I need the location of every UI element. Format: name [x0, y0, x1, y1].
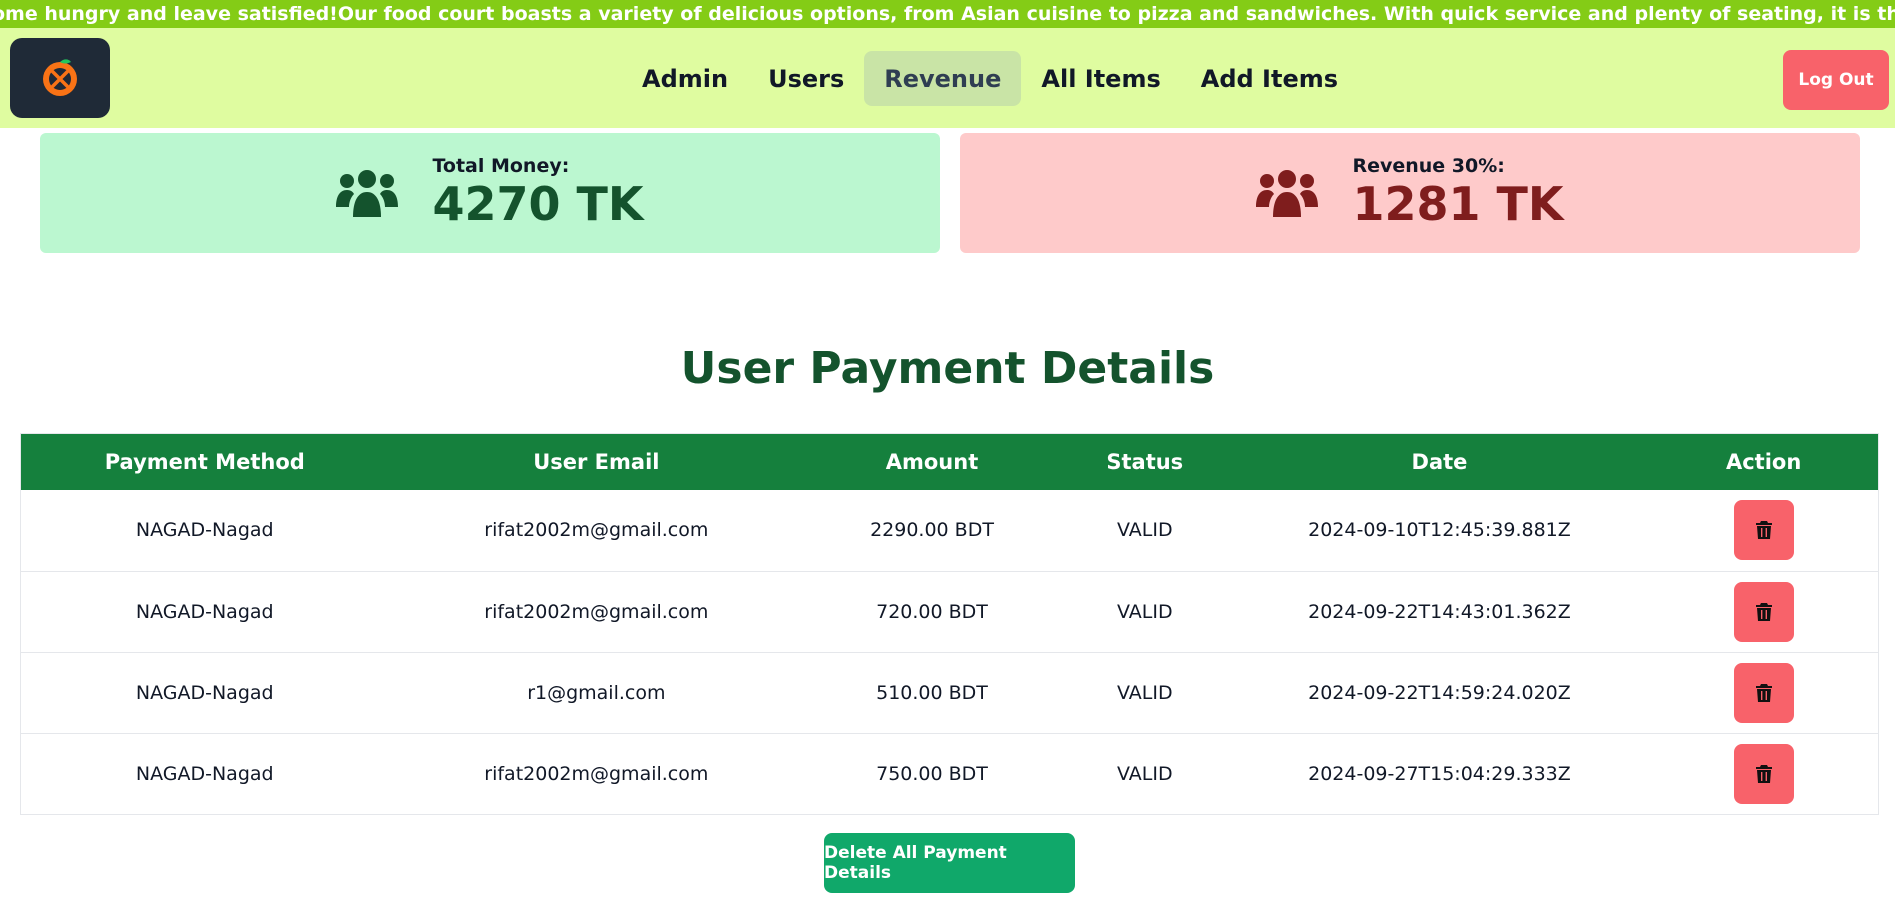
food-logo-icon [43, 59, 77, 96]
revenue-label: Revenue 30%: [1352, 155, 1505, 177]
revenue-card: Revenue 30%: 1281 TK [960, 133, 1860, 253]
total-money-card: Total Money: 4270 TK [40, 133, 940, 253]
cell-amount: 510.00 BDT [876, 681, 988, 704]
cell-method: NAGAD-Nagad [135, 681, 274, 704]
nav-links: Admin Users Revenue All Items Add Items [622, 51, 1358, 106]
table-row: NAGAD-Nagad r1@gmail.com 510.00 BDT VALI… [21, 652, 1878, 733]
header-user-email[interactable]: User Email [389, 434, 805, 490]
delete-row-button[interactable] [1733, 662, 1794, 723]
total-money-value: 4270 TK [432, 177, 644, 231]
table-row: NAGAD-Nagad rifat2002m@gmail.com 750.00 … [21, 733, 1878, 814]
header-action: Action [1725, 450, 1802, 474]
nav-add-items[interactable]: Add Items [1181, 51, 1358, 106]
users-group-icon [336, 170, 399, 217]
nav-all-items[interactable]: All Items [1021, 51, 1180, 106]
announcement-marquee: ome hungry and leave satisfied!Our food … [0, 0, 1895, 28]
cell-status: VALID [1116, 519, 1173, 542]
cell-status: VALID [1116, 681, 1173, 704]
table-row: NAGAD-Nagad rifat2002m@gmail.com 720.00 … [21, 571, 1878, 652]
cell-date: 2024-09-27T15:04:29.333Z [1308, 762, 1571, 785]
header-date[interactable]: Date [1230, 434, 1650, 490]
site-logo[interactable] [10, 38, 110, 118]
cell-amount: 750.00 BDT [876, 762, 988, 785]
cell-method: NAGAD-Nagad [135, 519, 274, 542]
delete-all-payments-button[interactable]: Delete All Payment Details [824, 833, 1075, 893]
table-row: NAGAD-Nagad rifat2002m@gmail.com 2290.00… [21, 490, 1878, 571]
header-status[interactable]: Status [1060, 434, 1230, 490]
users-group-icon [1256, 170, 1319, 217]
trash-icon [1755, 683, 1772, 702]
cell-email: r1@gmail.com [527, 681, 666, 704]
navbar: Admin Users Revenue All Items Add Items … [0, 28, 1895, 128]
cell-method: NAGAD-Nagad [135, 762, 274, 785]
marquee-text: ome hungry and leave satisfied!Our food … [0, 3, 1895, 25]
delete-row-button[interactable] [1733, 500, 1794, 561]
nav-admin[interactable]: Admin [622, 51, 748, 106]
trash-icon [1755, 764, 1772, 783]
header-amount[interactable]: Amount [804, 434, 1060, 490]
trash-icon [1755, 521, 1772, 540]
cell-method: NAGAD-Nagad [135, 600, 274, 623]
cell-email: rifat2002m@gmail.com [484, 519, 709, 542]
cell-email: rifat2002m@gmail.com [484, 600, 709, 623]
cell-amount: 2290.00 BDT [870, 519, 994, 542]
total-money-label: Total Money: [432, 155, 570, 177]
cell-date: 2024-09-22T14:43:01.362Z [1308, 600, 1571, 623]
cell-status: VALID [1116, 600, 1173, 623]
delete-row-button[interactable] [1733, 743, 1794, 804]
cell-date: 2024-09-22T14:59:24.020Z [1308, 681, 1571, 704]
page-title: User Payment Details [680, 343, 1215, 394]
revenue-value: 1281 TK [1352, 177, 1564, 231]
payments-table: Payment Method User Email Amount Status … [20, 433, 1879, 815]
nav-users[interactable]: Users [748, 51, 864, 106]
table-header-row: Payment Method User Email Amount Status … [21, 434, 1878, 490]
header-payment-method[interactable]: Payment Method [21, 434, 389, 490]
cell-date: 2024-09-10T12:45:39.881Z [1308, 519, 1571, 542]
delete-row-button[interactable] [1733, 581, 1794, 642]
logout-button[interactable]: Log Out [1783, 50, 1889, 110]
nav-revenue[interactable]: Revenue [864, 51, 1022, 106]
cell-status: VALID [1116, 762, 1173, 785]
trash-icon [1755, 602, 1772, 621]
cell-email: rifat2002m@gmail.com [484, 762, 709, 785]
cell-amount: 720.00 BDT [876, 600, 988, 623]
